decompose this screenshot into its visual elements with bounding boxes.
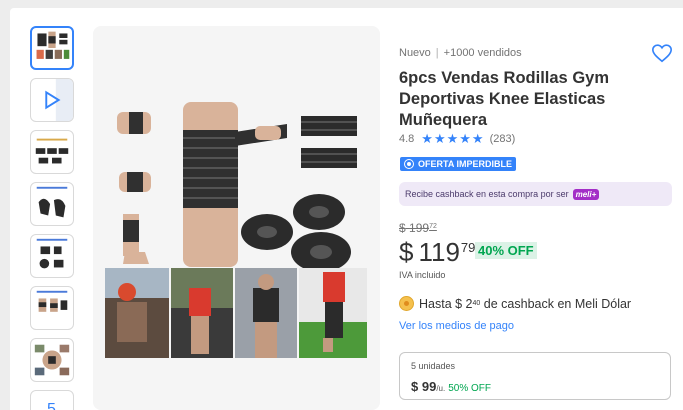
original-price: $ 19972 <box>399 221 437 235</box>
thumbnail-more[interactable]: 5 <box>30 390 74 410</box>
thumbnail-6[interactable] <box>30 286 74 330</box>
bulk-price-amount: $ 99 <box>411 379 437 394</box>
price-amount: 119 <box>418 237 460 267</box>
cashback-banner: Recibe cashback en esta compra por ser m… <box>399 182 672 206</box>
cashback-cents: 40 <box>472 300 481 307</box>
bulk-discount: 50% OFF <box>448 383 492 394</box>
play-icon <box>45 79 73 121</box>
product-thumbnail-icon <box>36 238 68 269</box>
coin-icon <box>399 296 414 311</box>
offer-icon <box>404 159 414 169</box>
bulk-price: $ 99 /u. 50% OFF <box>411 379 491 394</box>
product-thumbnail-icon <box>36 290 68 312</box>
more-count: 5 <box>47 401 56 410</box>
thumbnail-list: 5 <box>30 26 74 410</box>
cashback-suffix: de cashback en Meli Dólar <box>483 296 632 311</box>
review-count: (283) <box>489 133 516 145</box>
product-title: 6pcs Vendas Rodillas Gym Deportivas Knee… <box>399 69 610 129</box>
product-thumbnail-icon <box>35 138 69 164</box>
original-price-amount: 199 <box>409 221 430 235</box>
original-price-cents: 72 <box>429 223 437 230</box>
cashback-banner-text: Recibe cashback en esta compra por ser <box>405 189 569 199</box>
thumbnail-3[interactable] <box>30 130 74 174</box>
price-cents: 79 <box>460 240 476 255</box>
current-price: $ 119 79 <box>399 237 475 267</box>
main-gallery[interactable] <box>93 26 380 410</box>
favorite-heart-icon[interactable] <box>651 42 673 64</box>
condition-label: Nuevo <box>399 47 431 59</box>
meli-plus-logo: meli+ <box>572 188 600 200</box>
tax-note: IVA incluido <box>399 270 446 280</box>
bulk-option-card[interactable]: 5 unidades $ 99 /u. 50% OFF <box>399 352 671 400</box>
product-main-image <box>105 102 367 358</box>
sold-count: +1000 vendidos <box>443 47 522 59</box>
discount-badge: 40% OFF <box>475 242 537 259</box>
price-symbol: $ <box>399 237 414 267</box>
bulk-price-per: /u. <box>436 384 446 393</box>
product-thumbnail-icon <box>36 186 68 218</box>
cashback-prefix: Hasta $ 2 <box>419 296 473 311</box>
rating-value: 4.8 <box>399 133 415 145</box>
bulk-units-label: 5 unidades <box>411 361 456 371</box>
rating-row[interactable]: 4.8 ★★★★★ (283) <box>399 131 515 147</box>
meta-separator: | <box>435 47 439 59</box>
original-price-symbol: $ <box>399 221 406 235</box>
thumbnail-4[interactable] <box>30 182 74 226</box>
thumbnail-video[interactable] <box>30 78 74 122</box>
product-thumbnail-icon <box>34 344 70 376</box>
payment-methods-link[interactable]: Ver los medios de pago <box>399 320 514 332</box>
deal-badge: OFERTA IMPERDIBLE <box>400 157 516 171</box>
product-thumbnail-icon <box>36 31 70 59</box>
deal-badge-label: OFERTA IMPERDIBLE <box>418 159 512 169</box>
cashback-line: Hasta $ 2 40 de cashback en Meli Dólar <box>399 296 631 311</box>
thumbnail-5[interactable] <box>30 234 74 278</box>
thumbnail-1[interactable] <box>30 26 74 70</box>
product-meta: Nuevo | +1000 vendidos <box>399 47 522 59</box>
thumbnail-7[interactable] <box>30 338 74 382</box>
product-page: 5 Nuevo | +1000 vendidos 6pcs Vendas Rod… <box>10 8 683 410</box>
rating-stars-icon: ★★★★★ <box>421 131 485 146</box>
